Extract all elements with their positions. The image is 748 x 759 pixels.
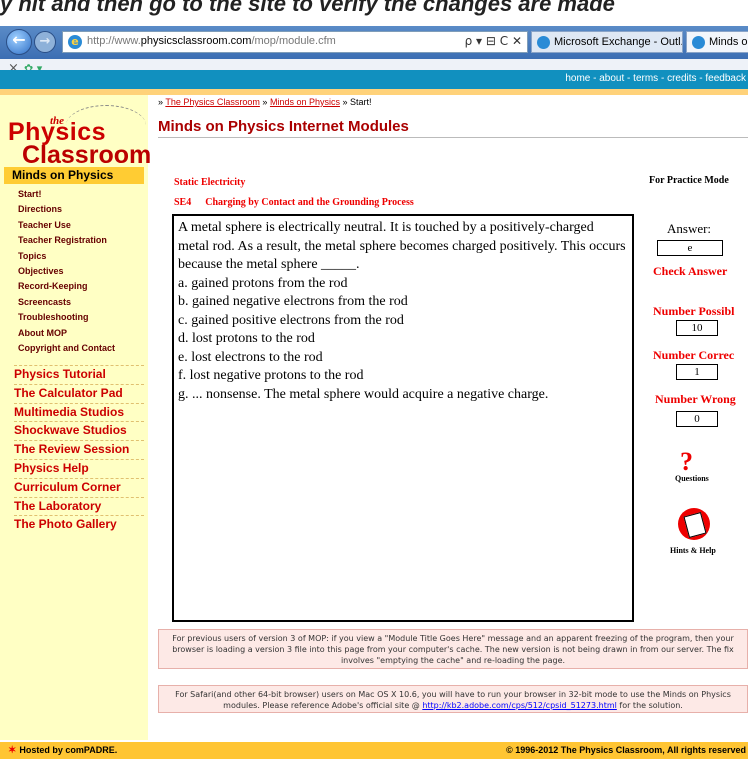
choice-c: c. gained positive electrons from the ro… [178, 312, 404, 328]
sidebar-item-start[interactable]: Start! [18, 187, 115, 202]
breadcrumb-sep: » [262, 97, 268, 107]
number-wrong-label: Number Wrong [655, 392, 736, 406]
compadre-icon: ✶ [8, 745, 17, 756]
ie-tab-icon [692, 36, 705, 49]
breadcrumb-sep: » [342, 97, 348, 107]
number-possible-field: 10 [676, 320, 718, 336]
sidebar-item-about-mop[interactable]: About MOP [18, 326, 115, 341]
hints-book-icon[interactable] [678, 508, 710, 540]
breadcrumb-sep: » [158, 97, 164, 107]
mode-label: For Practice Mode [649, 175, 729, 186]
top-caption: y hit and then go to the site to verify … [0, 0, 748, 26]
sidebar-item-directions[interactable]: Directions [18, 202, 115, 217]
answer-label: Answer: [667, 221, 712, 236]
answer-input[interactable]: e [657, 240, 723, 256]
ie-page-icon: e [68, 35, 82, 49]
cache-notice: For previous users of version 3 of MOP: … [158, 629, 748, 669]
sidebar-section-laboratory[interactable]: The Laboratory [14, 496, 144, 516]
footer: ✶ Hosted by comPADRE. © 1996-2012 The Phy… [0, 742, 748, 759]
sidebar-section-multimedia-studios[interactable]: Multimedia Studios [14, 402, 144, 422]
site-link-home[interactable]: home [565, 73, 590, 84]
sidebar-section-physics-tutorial[interactable]: Physics Tutorial [14, 365, 144, 384]
logo-classroom: Classroom [22, 141, 152, 169]
sidebar-item-troubleshooting[interactable]: Troubleshooting [18, 310, 115, 325]
sidebar-section-photo-gallery[interactable]: The Photo Gallery [14, 515, 144, 534]
sidebar-section-shockwave-studios[interactable]: Shockwave Studios [14, 421, 144, 440]
browser-toolbar: ← → e http://www.physicsclassroom.com/mo… [0, 26, 748, 59]
sidebar-section-calculator-pad[interactable]: The Calculator Pad [14, 383, 144, 403]
site-link-feedback[interactable]: feedback [705, 73, 746, 84]
sidebar-item-teacher-registration[interactable]: Teacher Registration [18, 233, 115, 248]
subtopic-code: SE4 [174, 197, 192, 208]
choice-g: g. ... nonsense. The metal sphere would … [178, 386, 549, 402]
breadcrumb-physics-classroom[interactable]: The Physics Classroom [165, 97, 260, 107]
tab-minds-on-physics[interactable]: Minds on P [686, 31, 748, 53]
adobe-link[interactable]: http://kb2.adobe.com/cps/512/cpsid_51273… [422, 701, 617, 710]
site-link-about[interactable]: about [599, 73, 624, 84]
sidebar-item-record-keeping[interactable]: Record-Keeping [18, 279, 115, 294]
number-correct-label: Number Correc [653, 348, 735, 362]
sidebar-section-physics-help[interactable]: Physics Help [14, 458, 144, 478]
check-answer-button[interactable]: Check Answer [653, 264, 748, 279]
sidebar-sections: Physics Tutorial The Calculator Pad Mult… [14, 365, 144, 534]
number-wrong-field: 0 [676, 411, 718, 427]
back-button[interactable]: ← [6, 29, 32, 55]
sidebar: the Physics Classroom Minds on Physics S… [0, 95, 151, 740]
sidebar-item-topics[interactable]: Topics [18, 249, 115, 264]
breadcrumb: » The Physics Classroom » Minds on Physi… [158, 97, 372, 107]
number-correct-field: 1 [676, 364, 718, 380]
subtopic-name: Charging by Contact and the Grounding Pr… [205, 197, 414, 208]
address-tools[interactable]: ρ ▾ ⊟ C ✕ [465, 34, 522, 48]
copyright: © 1996-2012 The Physics Classroom, All r… [506, 745, 746, 755]
forward-button[interactable]: → [34, 31, 56, 53]
subtopic-title: SE4 Charging by Contact and the Grounding… [174, 197, 414, 208]
page-title: Minds on Physics Internet Modules [158, 118, 409, 135]
sidebar-item-objectives[interactable]: Objectives [18, 264, 115, 279]
breadcrumb-minds-on-physics[interactable]: Minds on Physics [270, 97, 340, 107]
sidebar-item-screencasts[interactable]: Screencasts [18, 295, 115, 310]
sidebar-items: Start! Directions Teacher Use Teacher Re… [18, 187, 115, 356]
questions-caption[interactable]: Questions [675, 474, 709, 483]
sidebar-section-review-session[interactable]: The Review Session [14, 440, 144, 459]
choice-e: e. lost electrons to the rod [178, 349, 323, 365]
hints-caption[interactable]: Hints & Help [670, 546, 716, 555]
site-links: home - about - terms - credits - feedbac… [565, 73, 746, 84]
site-link-credits[interactable]: credits [667, 73, 696, 84]
choice-f: f. lost negative protons to the rod [178, 368, 364, 383]
physics-classroom-logo[interactable]: the Physics Classroom [6, 105, 151, 175]
safari-notice: For Safari(and other 64-bit browser) use… [158, 685, 748, 713]
safari-notice-tail: for the solution. [619, 701, 683, 710]
sidebar-item-copyright[interactable]: Copyright and Contact [18, 341, 115, 356]
question-stem: A metal sphere is electrically neutral. … [178, 220, 626, 272]
tab-exchange[interactable]: Microsoft Exchange - Outl... [531, 31, 683, 53]
hosted-by[interactable]: ✶ Hosted by comPADRE. [8, 745, 117, 756]
choice-d: d. lost protons to the rod [178, 331, 315, 346]
topic-title: Static Electricity [174, 177, 246, 188]
title-divider [158, 137, 748, 138]
ie-tab-icon [537, 36, 550, 49]
address-bar[interactable]: e http://www.physicsclassroom.com/mop/mo… [62, 31, 528, 53]
choice-a: a. gained protons from the rod [178, 275, 348, 291]
question-box: A metal sphere is electrically neutral. … [172, 214, 634, 622]
breadcrumb-current: Start! [350, 97, 372, 107]
url-text: http://www.physicsclassroom.com/mop/modu… [87, 35, 336, 47]
sidebar-item-teacher-use[interactable]: Teacher Use [18, 218, 115, 233]
sidebar-heading[interactable]: Minds on Physics [4, 167, 144, 184]
choice-b: b. gained negative electrons from the ro… [178, 294, 408, 309]
question-mark-icon[interactable]: ? [680, 447, 693, 477]
site-link-terms[interactable]: terms [633, 73, 658, 84]
sidebar-section-curriculum-corner[interactable]: Curriculum Corner [14, 477, 144, 497]
number-possible-label: Number Possibl [653, 304, 735, 318]
